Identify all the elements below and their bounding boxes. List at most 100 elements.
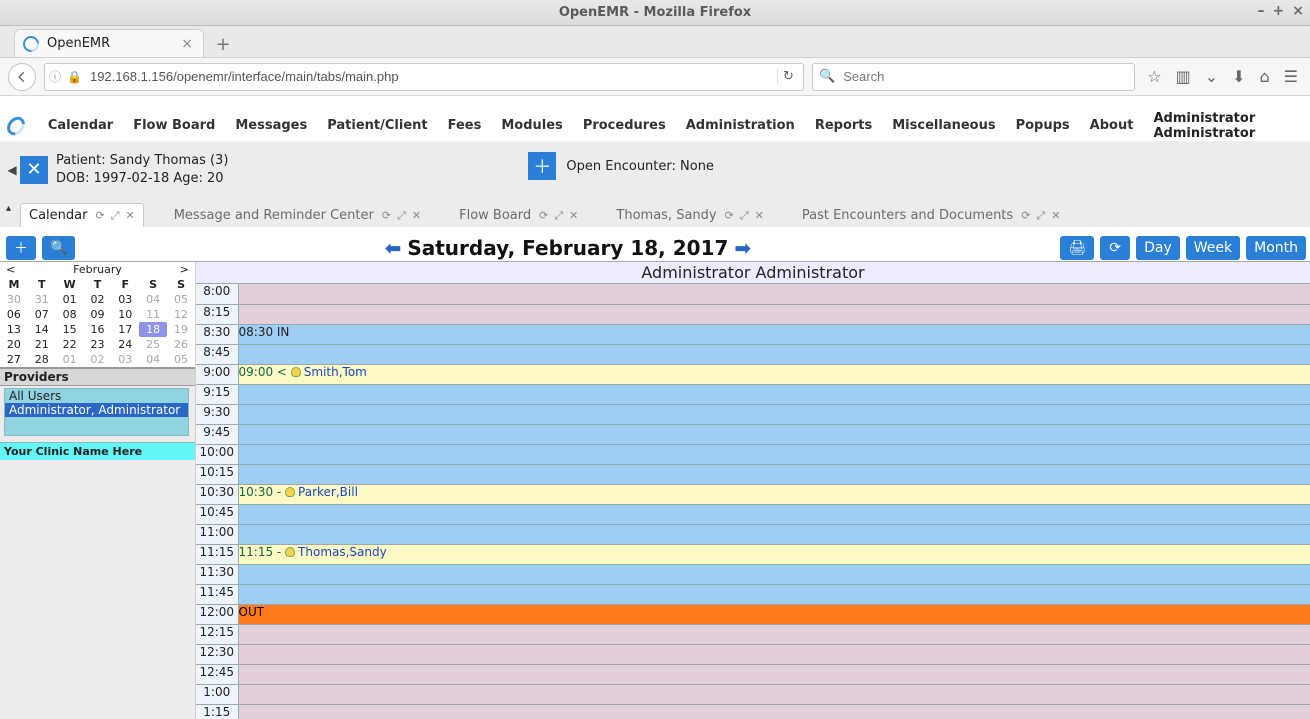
schedule-slot[interactable] (238, 444, 1310, 464)
inner-tab[interactable]: Message and Reminder Center⟳⤢✕ (166, 204, 429, 227)
mini-day[interactable]: 21 (28, 337, 56, 352)
new-encounter-button[interactable]: ＋ (528, 152, 556, 180)
mini-day[interactable]: 04 (139, 292, 167, 307)
url-input[interactable] (88, 68, 771, 85)
time-label[interactable]: 9:45 (196, 424, 238, 444)
time-label[interactable]: 8:30 (196, 324, 238, 344)
print-button[interactable]: 🖨 (1060, 236, 1094, 260)
mini-day[interactable]: 03 (111, 292, 139, 307)
schedule-grid[interactable]: Administrator Administrator 8:008:158:30… (196, 262, 1310, 719)
clinic-name-label[interactable]: Your Clinic Name Here (0, 442, 195, 460)
tab-refresh-icon[interactable]: ⟳ (725, 209, 734, 223)
mini-day[interactable]: 24 (111, 337, 139, 352)
menu-item-about[interactable]: About (1090, 118, 1134, 133)
mini-day[interactable]: 03 (111, 352, 139, 367)
inner-tab[interactable]: Past Encounters and Documents⟳⤢✕ (794, 204, 1069, 227)
tabs-collapse-icon[interactable]: ▴ (6, 203, 11, 214)
search-appointments-button[interactable]: 🔍 (42, 236, 75, 260)
tab-refresh-icon[interactable]: ⟳ (539, 209, 548, 223)
mini-day[interactable]: 05 (167, 352, 195, 367)
tab-refresh-icon[interactable]: ⟳ (1021, 209, 1030, 223)
search-input[interactable] (841, 68, 1128, 85)
time-label[interactable]: 8:45 (196, 344, 238, 364)
time-label[interactable]: 8:00 (196, 284, 238, 304)
tab-popout-icon[interactable]: ⤢ (1036, 209, 1045, 223)
time-label[interactable]: 11:45 (196, 584, 238, 604)
menu-item-reports[interactable]: Reports (815, 118, 872, 133)
schedule-slot[interactable] (238, 664, 1310, 684)
tab-close-icon[interactable]: ✕ (126, 209, 135, 223)
schedule-slot[interactable] (238, 644, 1310, 664)
schedule-slot[interactable] (238, 464, 1310, 484)
menu-item-modules[interactable]: Modules (501, 118, 562, 133)
schedule-slot[interactable] (238, 384, 1310, 404)
collapse-chevron-icon[interactable]: ◀ (6, 163, 18, 177)
time-label[interactable]: 10:00 (196, 444, 238, 464)
schedule-slot[interactable] (238, 284, 1310, 304)
schedule-slot[interactable] (238, 564, 1310, 584)
prev-day-button[interactable]: ⬅ (385, 236, 402, 260)
window-close-button[interactable]: × (1292, 3, 1304, 19)
home-icon[interactable]: ⌂ (1260, 67, 1270, 86)
mini-day[interactable]: 07 (28, 307, 56, 322)
schedule-slot[interactable] (238, 404, 1310, 424)
tab-refresh-icon[interactable]: ⟳ (382, 209, 391, 223)
inner-tab[interactable]: Calendar⟳⤢✕ (20, 203, 144, 227)
time-label[interactable]: 12:30 (196, 644, 238, 664)
schedule-slot[interactable] (238, 684, 1310, 704)
url-bar[interactable]: ⓘ 🔒 ↻ (44, 63, 804, 91)
schedule-slot[interactable] (238, 504, 1310, 524)
appointment-link[interactable]: Thomas,Sandy (298, 545, 387, 559)
menu-item-fees[interactable]: Fees (448, 118, 482, 133)
mini-day[interactable]: 15 (56, 322, 84, 337)
time-label[interactable]: 11:30 (196, 564, 238, 584)
mini-day[interactable]: 26 (167, 337, 195, 352)
view-month-button[interactable]: Month (1246, 236, 1306, 260)
add-appointment-button[interactable]: ＋ (6, 236, 36, 260)
tab-close-icon[interactable]: ✕ (569, 209, 578, 223)
menu-item-popups[interactable]: Popups (1016, 118, 1070, 133)
mini-day[interactable]: 01 (56, 352, 84, 367)
mini-day[interactable]: 25 (139, 337, 167, 352)
info-icon[interactable]: ⓘ (49, 68, 61, 85)
menu-item-messages[interactable]: Messages (235, 118, 307, 133)
menu-item-flow-board[interactable]: Flow Board (133, 118, 215, 133)
tab-popout-icon[interactable]: ⤢ (554, 209, 563, 223)
clear-patient-button[interactable]: ✕ (20, 156, 48, 184)
mini-day[interactable]: 02 (84, 292, 112, 307)
time-label[interactable]: 11:15 (196, 544, 238, 564)
patient-name-label[interactable]: Patient: Sandy Thomas (3) (56, 152, 228, 170)
time-label[interactable]: 8:15 (196, 304, 238, 324)
current-user-label[interactable]: Administrator Administrator (1153, 111, 1300, 141)
inner-tab[interactable]: Thomas, Sandy⟳⤢✕ (608, 204, 771, 227)
time-label[interactable]: 10:15 (196, 464, 238, 484)
schedule-slot[interactable]: 11:15 - Thomas,Sandy (238, 544, 1310, 564)
providers-item[interactable]: Administrator, Administrator (5, 403, 188, 417)
next-day-button[interactable]: ➡ (734, 236, 751, 260)
mini-day[interactable]: 09 (84, 307, 112, 322)
library-icon[interactable]: ▥ (1176, 67, 1191, 86)
mini-day[interactable]: 30 (0, 292, 28, 307)
browser-tab[interactable]: OpenEMR × (14, 29, 204, 57)
tab-close-icon[interactable]: ✕ (755, 209, 764, 223)
schedule-slot[interactable]: 10:30 - Parker,Bill (238, 484, 1310, 504)
mini-day[interactable]: 10 (111, 307, 139, 322)
mini-day[interactable]: 14 (28, 322, 56, 337)
mini-day[interactable]: 02 (84, 352, 112, 367)
time-label[interactable]: 12:45 (196, 664, 238, 684)
tab-close-icon[interactable]: ✕ (1051, 209, 1060, 223)
mini-day[interactable]: 23 (84, 337, 112, 352)
schedule-slot[interactable] (238, 584, 1310, 604)
schedule-slot[interactable] (238, 624, 1310, 644)
mini-day[interactable]: 28 (28, 352, 56, 367)
mini-day[interactable]: 27 (0, 352, 28, 367)
mini-day[interactable]: 16 (84, 322, 112, 337)
schedule-slot[interactable]: 08:30 IN (238, 324, 1310, 344)
tab-refresh-icon[interactable]: ⟳ (95, 209, 104, 223)
new-tab-button[interactable]: + (210, 31, 236, 57)
menu-item-administration[interactable]: Administration (686, 118, 795, 133)
mini-day[interactable]: 31 (28, 292, 56, 307)
time-label[interactable]: 9:30 (196, 404, 238, 424)
view-week-button[interactable]: Week (1186, 236, 1240, 260)
mini-day[interactable]: 19 (167, 322, 195, 337)
